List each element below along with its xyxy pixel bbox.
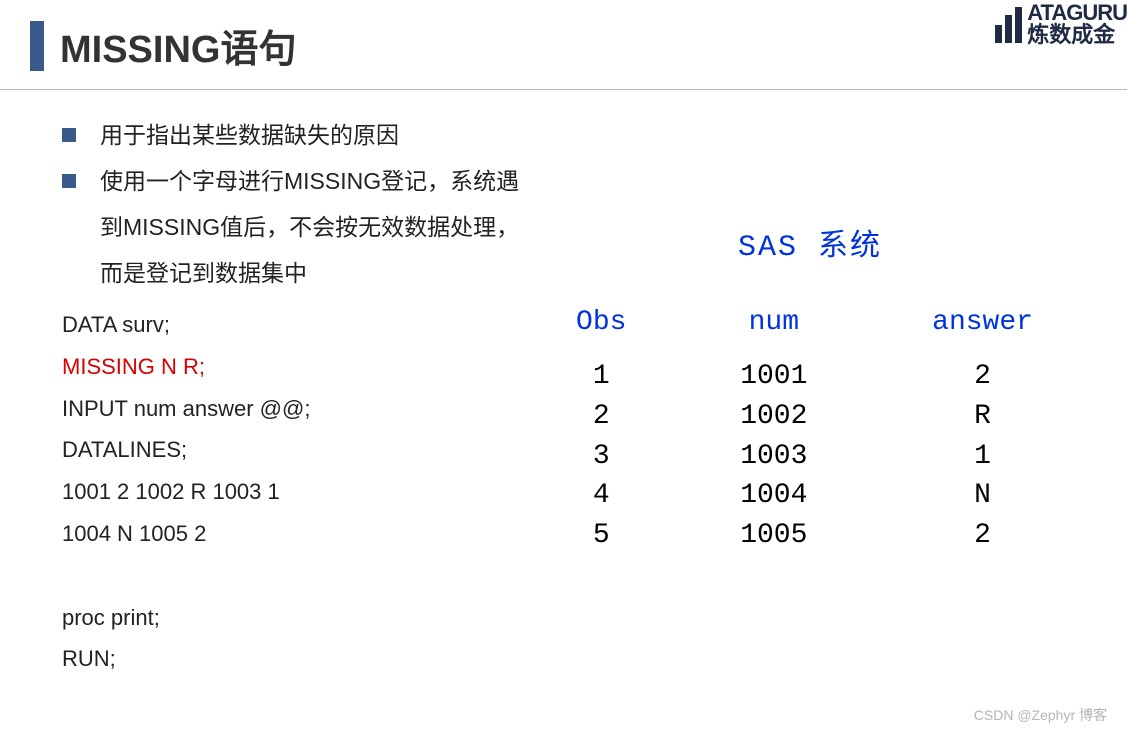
code-line	[62, 555, 1127, 597]
cell-answer: 2	[867, 517, 1098, 555]
sas-output-panel: SAS 系统 Obs num answer 1 1001 2 2 1002 R	[520, 220, 1100, 557]
column-header-answer: answer	[867, 301, 1098, 356]
brand-logo: ATAGURU 炼数成金	[995, 2, 1127, 46]
table-row: 5 1005 2	[522, 517, 1098, 555]
cell-answer: N	[867, 477, 1098, 515]
cell-obs: 3	[522, 438, 681, 476]
sas-output-table: Obs num answer 1 1001 2 2 1002 R 3	[520, 299, 1100, 557]
title-bar: MISSING语句	[30, 18, 296, 73]
table-row: 2 1002 R	[522, 398, 1098, 436]
column-header-num: num	[683, 301, 866, 356]
cell-answer: R	[867, 398, 1098, 436]
cell-num: 1001	[683, 358, 866, 396]
slide-header: MISSING语句 ATAGURU 炼数成金	[0, 0, 1127, 73]
table-row: 4 1004 N	[522, 477, 1098, 515]
cell-num: 1004	[683, 477, 866, 515]
cell-num: 1005	[683, 517, 866, 555]
slide-title: MISSING语句	[60, 18, 296, 73]
cell-num: 1003	[683, 438, 866, 476]
logo-line-1: ATAGURU	[1027, 2, 1127, 24]
cell-obs: 2	[522, 398, 681, 436]
table-row: 3 1003 1	[522, 438, 1098, 476]
table-row: 1 1001 2	[522, 358, 1098, 396]
title-accent-bar	[30, 21, 44, 71]
cell-num: 1002	[683, 398, 866, 436]
cell-answer: 1	[867, 438, 1098, 476]
cell-obs: 5	[522, 517, 681, 555]
cell-answer: 2	[867, 358, 1098, 396]
logo-line-2: 炼数成金	[1027, 24, 1127, 46]
table-header-row: Obs num answer	[522, 301, 1098, 356]
code-line: proc print;	[62, 597, 1127, 639]
bullet-item: 使用一个字母进行MISSING登记，系统遇到MISSING值后，不会按无效数据处…	[62, 158, 522, 296]
watermark-text: CSDN @Zephyr 博客	[974, 705, 1107, 725]
cell-obs: 4	[522, 477, 681, 515]
code-line: RUN;	[62, 638, 1127, 680]
slide-content: 用于指出某些数据缺失的原因 使用一个字母进行MISSING登记，系统遇到MISS…	[0, 90, 1127, 680]
logo-bars-icon	[995, 5, 1025, 43]
sas-output-title: SAS 系统	[520, 220, 1100, 265]
column-header-obs: Obs	[522, 301, 681, 356]
bullet-item: 用于指出某些数据缺失的原因	[62, 112, 1127, 158]
cell-obs: 1	[522, 358, 681, 396]
logo-text: ATAGURU 炼数成金	[1027, 2, 1127, 46]
